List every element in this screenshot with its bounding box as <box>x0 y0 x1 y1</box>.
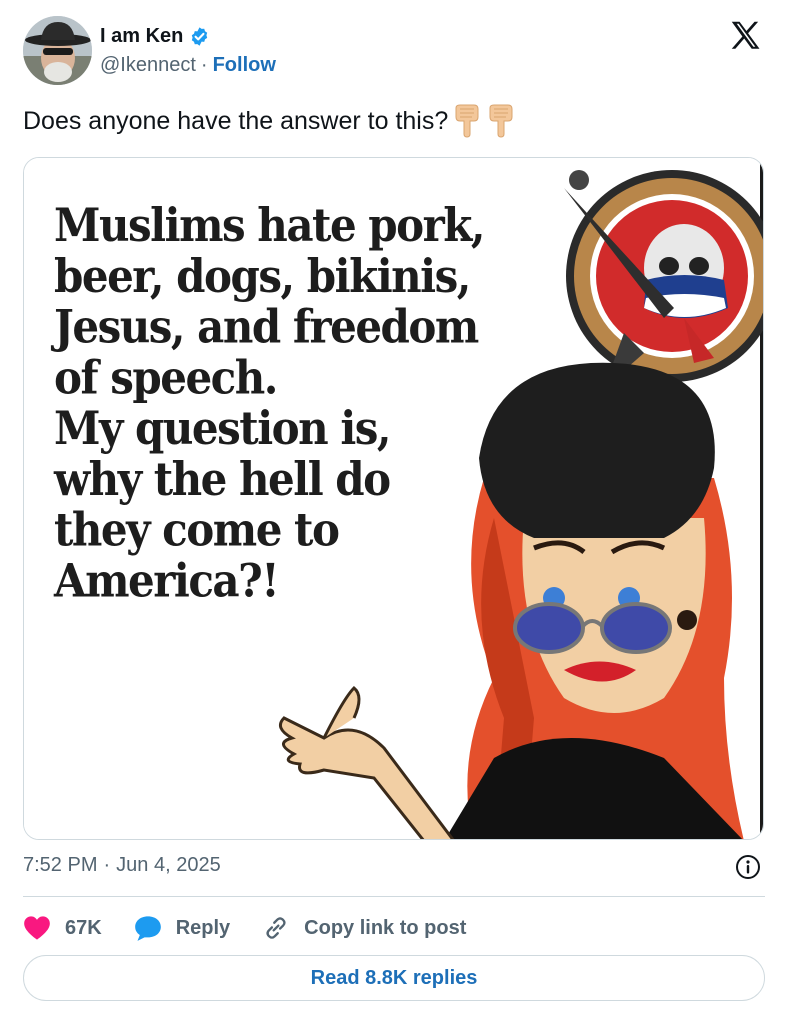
meme-line: My question is, <box>54 401 392 455</box>
tweet-text-content: Does anyone have the answer to this? <box>23 106 449 135</box>
pointing-down-hand-emoji-icon <box>452 104 482 138</box>
avatar[interactable] <box>23 16 92 85</box>
divider <box>23 896 765 897</box>
reply-label: Reply <box>175 916 231 939</box>
copy-link-button[interactable]: Copy link to post <box>262 914 466 942</box>
meme-line: Jesus, and freedom <box>54 300 479 354</box>
name-row: I am Ken <box>100 25 210 48</box>
pointing-down-hand-emoji-icon <box>486 104 516 138</box>
meme-caption: Muslims hate pork, beer, dogs, bikinis, … <box>54 200 554 606</box>
reply-bubble-icon <box>134 916 161 941</box>
tweet-timestamp[interactable]: 7:52 PM · Jun 4, 2025 <box>23 854 221 877</box>
verified-badge-icon <box>189 26 210 47</box>
tweet-header: I am Ken @Ikennect · Follow <box>23 16 768 86</box>
handle-row: @Ikennect · Follow <box>100 54 276 77</box>
meme-line: America?! <box>54 554 280 608</box>
link-icon <box>266 917 286 939</box>
follow-button[interactable]: Follow <box>213 54 276 77</box>
handle[interactable]: @Ikennect <box>100 54 196 77</box>
copy-link-label: Copy link to post <box>304 916 467 939</box>
info-icon[interactable] <box>735 854 761 880</box>
read-replies-button[interactable]: Read 8.8K replies <box>23 955 765 1001</box>
separator-dot: · <box>200 54 208 76</box>
avatar-image <box>23 16 92 85</box>
heart-icon <box>24 916 50 940</box>
tweet-time: 7:52 PM <box>23 854 98 876</box>
meme-line: Muslims hate pork, <box>54 198 486 252</box>
like-count: 67K <box>65 916 102 939</box>
reply-button[interactable]: Reply <box>134 915 230 941</box>
meme-line: why the hell do <box>54 452 391 506</box>
meme-line: of speech. <box>54 351 278 405</box>
tweet-text: Does anyone have the answer to this? <box>23 104 516 138</box>
like-button[interactable]: 67K <box>23 915 102 941</box>
display-name[interactable]: I am Ken <box>100 25 183 48</box>
meme-line: they come to <box>54 503 340 557</box>
x-logo-icon[interactable] <box>728 18 764 54</box>
tweet-media-image[interactable]: Muslims hate pork, beer, dogs, bikinis, … <box>23 157 764 840</box>
separator-dot: · <box>103 854 111 876</box>
tweet-date: Jun 4, 2025 <box>116 854 221 876</box>
meme-line: beer, dogs, bikinis, <box>54 249 471 303</box>
action-bar: 67K Reply Copy link to post <box>23 910 498 946</box>
